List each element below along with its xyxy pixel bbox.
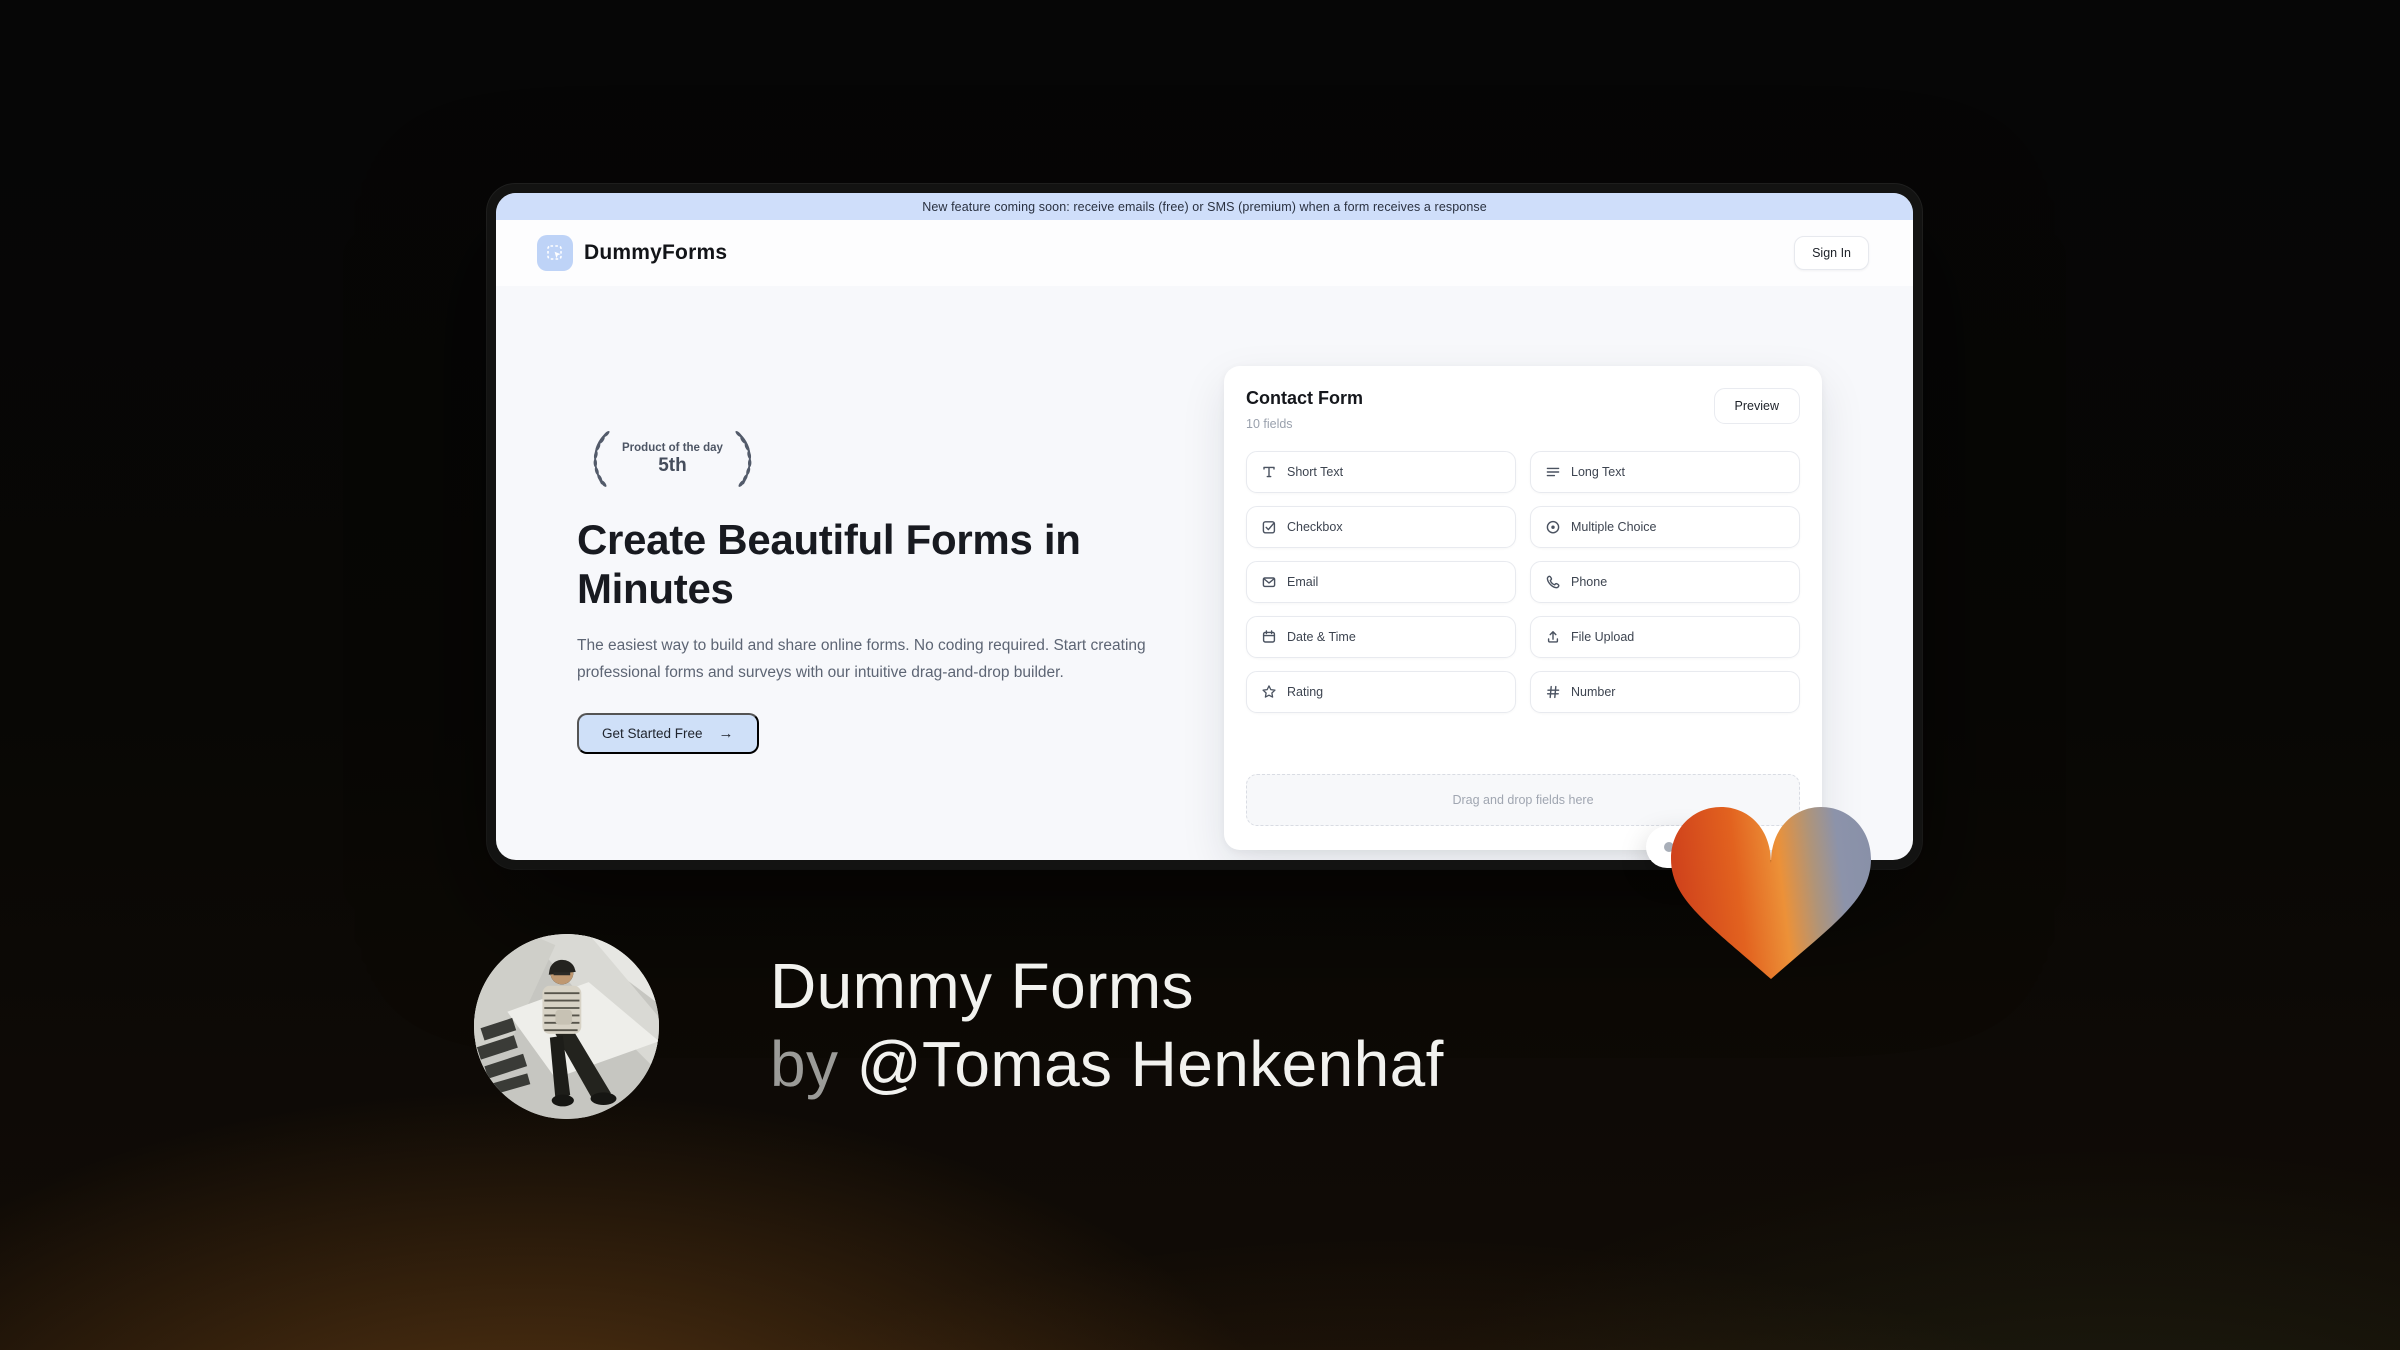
field-label: Long Text <box>1571 465 1625 479</box>
sign-in-button[interactable]: Sign In <box>1794 236 1869 270</box>
get-started-button[interactable]: Get Started Free → <box>577 713 759 754</box>
app-screen: New feature coming soon: receive emails … <box>496 193 1913 860</box>
field-label: Number <box>1571 685 1616 699</box>
brand-logo[interactable]: DummyForms <box>537 235 727 271</box>
brand-name: DummyForms <box>584 241 728 264</box>
field-label: Multiple Choice <box>1571 520 1657 534</box>
field-label: Phone <box>1571 575 1608 589</box>
laurel-right-icon <box>735 430 752 487</box>
dropzone-text: Drag and drop fields here <box>1452 793 1594 807</box>
field-type-phone[interactable]: Phone <box>1530 561 1800 603</box>
arrow-right-icon: → <box>718 725 734 742</box>
email-icon <box>1262 577 1276 588</box>
attribution-byline-prefix: by <box>770 1028 839 1100</box>
attribution-product-name: Dummy Forms <box>770 950 1194 1022</box>
checkbox-icon <box>1262 521 1276 534</box>
cta-label: Get Started Free <box>602 726 703 741</box>
announcement-text: New feature coming soon: receive emails … <box>922 199 1487 214</box>
heart-icon <box>1671 807 1871 979</box>
product-of-the-day-badge: Product of the day 5th <box>577 427 1162 491</box>
field-label: Rating <box>1287 685 1324 699</box>
award-title: Product of the day <box>622 441 723 454</box>
field-type-multiple-choice[interactable]: Multiple Choice <box>1530 506 1800 548</box>
announcement-banner: New feature coming soon: receive emails … <box>496 193 1913 220</box>
hash-icon <box>1546 685 1560 699</box>
field-type-short-text[interactable]: Short Text <box>1246 451 1516 493</box>
field-type-file-upload[interactable]: File Upload <box>1530 616 1800 658</box>
app-window: New feature coming soon: receive emails … <box>487 184 1922 869</box>
award-rank: 5th <box>658 454 687 476</box>
field-type-checkbox[interactable]: Checkbox <box>1246 506 1516 548</box>
field-label: Date & Time <box>1287 630 1356 644</box>
laurel-left-icon <box>593 430 610 487</box>
form-title: Contact Form <box>1246 388 1363 408</box>
field-label: Email <box>1287 575 1319 589</box>
calendar-icon <box>1262 630 1276 643</box>
page-title: Create Beautiful Forms in Minutes <box>577 516 1081 612</box>
short-text-icon <box>1263 466 1275 478</box>
field-label: Short Text <box>1287 465 1344 479</box>
star-icon <box>1262 685 1276 698</box>
upload-icon <box>1547 631 1559 643</box>
multiple-choice-icon <box>1546 520 1560 534</box>
long-text-icon <box>1546 467 1560 477</box>
hero-section: Product of the day 5th Create Beautiful … <box>577 427 1162 754</box>
site-header: DummyForms Sign In <box>496 220 1913 286</box>
attribution-author: @Tomas Henkenhaf <box>856 1028 1444 1100</box>
field-label: Checkbox <box>1287 520 1343 534</box>
attribution: Dummy Forms by @Tomas Henkenhaf <box>770 947 1444 1103</box>
logo-icon <box>537 235 573 271</box>
field-type-long-text[interactable]: Long Text <box>1530 451 1800 493</box>
form-builder-card: Contact Form 10 fields Preview Short Tex… <box>1224 366 1822 850</box>
hero-description: The easiest way to build and share onlin… <box>577 637 1146 681</box>
field-label: File Upload <box>1571 630 1635 644</box>
field-type-grid: Short Text Long Text Checkbox Multiple C… <box>1246 451 1800 713</box>
field-type-email[interactable]: Email <box>1246 561 1516 603</box>
avatar-photo <box>474 934 659 1119</box>
phone-icon <box>1546 575 1560 589</box>
preview-button[interactable]: Preview <box>1713 388 1800 424</box>
field-count: 10 fields <box>1246 417 1293 431</box>
field-type-rating[interactable]: Rating <box>1246 671 1516 713</box>
field-type-date-time[interactable]: Date & Time <box>1246 616 1516 658</box>
field-type-number[interactable]: Number <box>1530 671 1800 713</box>
